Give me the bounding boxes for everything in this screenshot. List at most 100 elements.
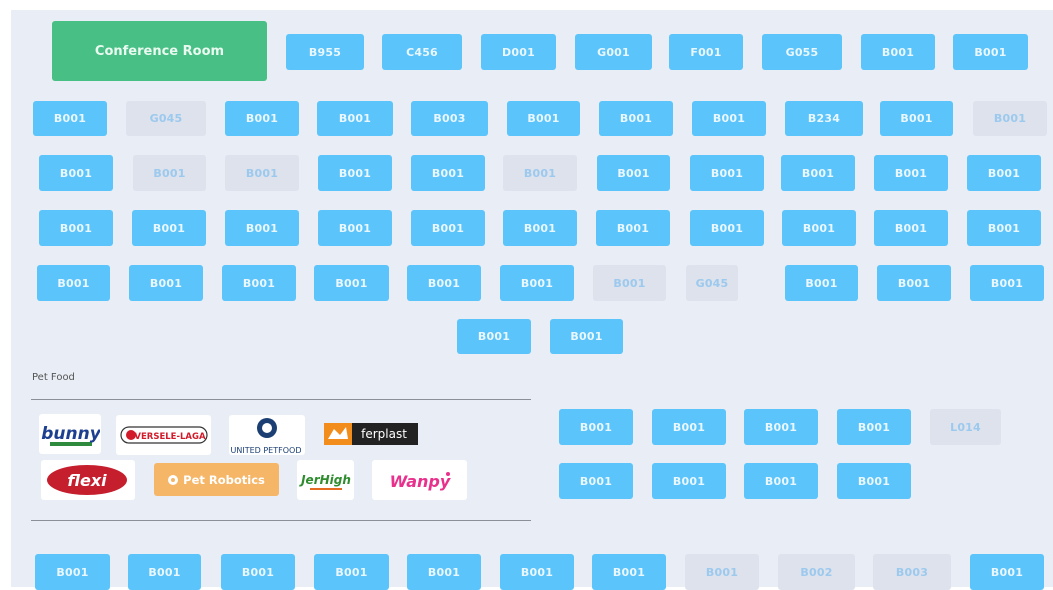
booth-b001[interactable]: B001 [133, 155, 206, 191]
booth-b001[interactable]: B001 [597, 155, 670, 191]
booth-b001[interactable]: B001 [503, 210, 577, 246]
booth-b001[interactable]: B001 [39, 155, 113, 191]
booth-b001[interactable]: B001 [967, 210, 1041, 246]
booth-b001[interactable]: B001 [39, 210, 113, 246]
booth-b001[interactable]: B001 [318, 155, 392, 191]
booth-b001[interactable]: B001 [652, 409, 726, 445]
booth-b001[interactable]: B001 [874, 210, 948, 246]
booth-b001[interactable]: B001 [973, 101, 1047, 136]
booth-b001[interactable]: B001 [692, 101, 766, 136]
booth-b002[interactable]: B002 [778, 554, 855, 590]
section-divider-top [31, 399, 531, 400]
booth-b001[interactable]: B001 [225, 210, 299, 246]
flexi-logo-icon: flexi [47, 465, 127, 495]
booth-b001[interactable]: B001 [221, 554, 295, 590]
booth-b001[interactable]: B001 [411, 210, 485, 246]
booth-b001[interactable]: B001 [880, 101, 953, 136]
section-title-pet-food: Pet Food [32, 372, 75, 383]
brand-logo-flexi[interactable]: flexi [41, 460, 135, 500]
booth-b001[interactable]: B001 [411, 155, 485, 191]
wanpy-logo-icon: Wanpy [389, 472, 450, 491]
booth-b001[interactable]: B001 [314, 554, 389, 590]
brand-logo-ferplast[interactable]: ferplast [320, 415, 420, 453]
booth-b001[interactable]: B001 [132, 210, 206, 246]
brand-logo-wanpy[interactable]: Wanpy [372, 460, 467, 500]
ferplast-logo-icon: ferplast [324, 423, 418, 445]
brand-logo-versele-laga[interactable]: VERSELE-LAGA [116, 415, 211, 455]
booth-b001[interactable]: B001 [596, 210, 670, 246]
svg-text:bunny: bunny [41, 424, 100, 444]
booth-b001[interactable]: B001 [407, 265, 481, 301]
pet-robotics-logo-icon: Pet Robotics [168, 473, 265, 487]
booth-b001[interactable]: B001 [690, 155, 764, 191]
booth-b001[interactable]: B001 [225, 155, 299, 191]
svg-text:VERSELE-LAGA: VERSELE-LAGA [134, 432, 206, 442]
svg-text:UNITED PETFOOD: UNITED PETFOOD [231, 446, 302, 455]
booth-b001[interactable]: B001 [861, 34, 935, 70]
booth-l014[interactable]: L014 [930, 409, 1001, 445]
booth-b001[interactable]: B001 [685, 554, 759, 590]
booth-g045[interactable]: G045 [686, 265, 738, 301]
booth-b001[interactable]: B001 [599, 101, 673, 136]
booth-b001[interactable]: B001 [782, 210, 856, 246]
booth-b001[interactable]: B001 [967, 155, 1041, 191]
booth-b001[interactable]: B001 [128, 554, 201, 590]
united-petfood-logo-icon: UNITED PETFOOD [231, 418, 302, 455]
booth-b001[interactable]: B001 [877, 265, 951, 301]
booth-g045[interactable]: G045 [126, 101, 206, 136]
booth-g055[interactable]: G055 [762, 34, 842, 70]
booth-b001[interactable]: B001 [970, 554, 1044, 590]
booth-b001[interactable]: B001 [129, 265, 203, 301]
booth-b001[interactable]: B001 [837, 463, 911, 499]
booth-b003[interactable]: B003 [873, 554, 951, 590]
booth-b001[interactable]: B001 [457, 319, 531, 354]
booth-b001[interactable]: B001 [225, 101, 299, 136]
svg-text:Pet Robotics: Pet Robotics [183, 473, 265, 487]
booth-d001[interactable]: D001 [481, 34, 556, 70]
booth-b001[interactable]: B001 [781, 155, 855, 191]
svg-text:Wanpy: Wanpy [389, 472, 450, 491]
svg-text:JerHigh: JerHigh [299, 473, 351, 487]
booth-f001[interactable]: F001 [669, 34, 743, 70]
booth-b001[interactable]: B001 [652, 463, 726, 499]
brand-logo-united-petfood[interactable]: UNITED PETFOOD [229, 415, 305, 455]
booth-b001[interactable]: B001 [33, 101, 107, 136]
booth-b001[interactable]: B001 [35, 554, 110, 590]
booth-b001[interactable]: B001 [744, 463, 818, 499]
booth-b001[interactable]: B001 [559, 463, 633, 499]
brand-logo-bunny[interactable]: bunny [39, 414, 101, 454]
conference-room[interactable]: Conference Room [52, 21, 267, 81]
booth-b001[interactable]: B001 [970, 265, 1044, 301]
jerhigh-logo-icon: JerHigh [299, 473, 351, 490]
booth-b001[interactable]: B001 [407, 554, 481, 590]
booth-b003[interactable]: B003 [411, 101, 488, 136]
booth-b955[interactable]: B955 [286, 34, 364, 70]
booth-g001[interactable]: G001 [575, 34, 652, 70]
booth-b001[interactable]: B001 [318, 210, 392, 246]
booth-b001[interactable]: B001 [874, 155, 948, 191]
brand-logo-pet-robotics[interactable]: Pet Robotics [154, 463, 279, 496]
booth-c456[interactable]: C456 [382, 34, 462, 70]
booth-b001[interactable]: B001 [785, 265, 858, 301]
brand-logo-jerhigh[interactable]: JerHigh [297, 460, 354, 500]
bunny-logo-icon: bunny [41, 424, 100, 446]
booth-b234[interactable]: B234 [785, 101, 863, 136]
booth-b001[interactable]: B001 [592, 554, 666, 590]
booth-b001[interactable]: B001 [222, 265, 296, 301]
booth-b001[interactable]: B001 [500, 554, 574, 590]
versele-laga-logo-icon: VERSELE-LAGA [119, 426, 208, 444]
booth-b001[interactable]: B001 [593, 265, 666, 301]
booth-b001[interactable]: B001 [314, 265, 389, 301]
booth-b001[interactable]: B001 [37, 265, 110, 301]
booth-b001[interactable]: B001 [744, 409, 818, 445]
booth-b001[interactable]: B001 [500, 265, 574, 301]
booth-b001[interactable]: B001 [953, 34, 1028, 70]
booth-b001[interactable]: B001 [550, 319, 623, 354]
booth-b001[interactable]: B001 [503, 155, 577, 191]
booth-b001[interactable]: B001 [317, 101, 393, 136]
svg-text:flexi: flexi [67, 471, 107, 490]
booth-b001[interactable]: B001 [690, 210, 764, 246]
booth-b001[interactable]: B001 [837, 409, 911, 445]
booth-b001[interactable]: B001 [559, 409, 633, 445]
booth-b001[interactable]: B001 [507, 101, 580, 136]
